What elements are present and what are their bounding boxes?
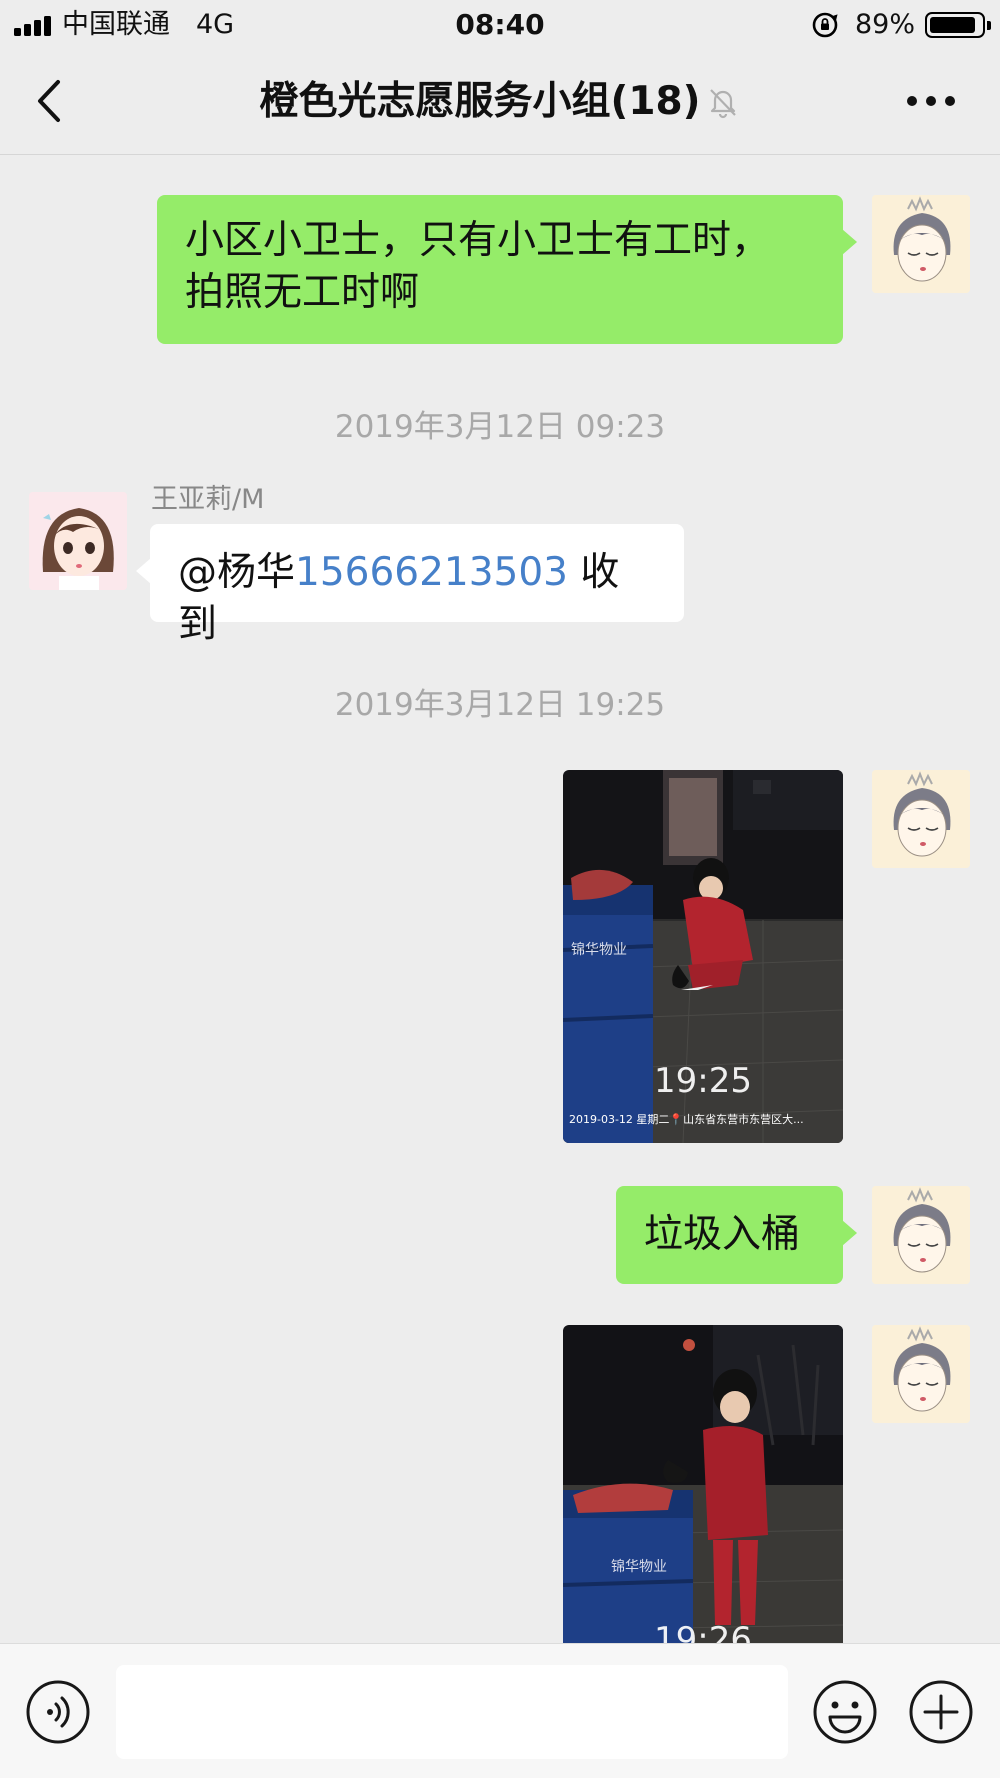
nav-bar: 橙色光志愿服务小组(18) bbox=[0, 50, 1000, 155]
avatar[interactable] bbox=[872, 770, 970, 868]
timestamp: 2019年3月12日 19:25 bbox=[334, 687, 666, 723]
ellipsis-icon[interactable] bbox=[905, 92, 957, 110]
avatar[interactable] bbox=[872, 1186, 970, 1284]
message-bubble-other[interactable]: @杨华15666213503 收到 bbox=[136, 524, 684, 647]
battery-icon bbox=[925, 12, 991, 38]
avatar[interactable] bbox=[29, 492, 127, 590]
message-text: 小区小卫士，只有小卫士有工时， 拍照无工时啊 bbox=[185, 218, 771, 315]
battery-percent: 89% bbox=[855, 9, 916, 40]
photo-watermark-caption: 2019-03-12 星期二📍山东省东营市东营区大... bbox=[569, 1113, 804, 1126]
sender-name: 王亚莉/M bbox=[151, 484, 265, 515]
timestamp: 2019年3月12日 09:23 bbox=[334, 409, 666, 445]
avatar-illustration bbox=[872, 1325, 970, 1423]
avatar[interactable] bbox=[872, 195, 970, 293]
svg-text:锦华物业: 锦华物业 bbox=[571, 941, 627, 958]
chat-title-bar: 橙色光志愿服务小组(18) bbox=[0, 77, 1000, 127]
plus-circle-icon[interactable] bbox=[908, 1679, 974, 1745]
avatar[interactable] bbox=[872, 1325, 970, 1423]
avatar-illustration bbox=[872, 770, 970, 868]
message-bubble-self[interactable]: 垃圾入桶 bbox=[616, 1186, 857, 1284]
rotation-lock-icon bbox=[812, 12, 838, 38]
svg-text:锦华物业: 锦华物业 bbox=[611, 1558, 667, 1575]
photo-watermark-time: 19:25 bbox=[654, 1061, 752, 1101]
status-bar: 中国联通 4G 08:40 89% bbox=[0, 0, 1000, 50]
bell-slash-icon bbox=[710, 89, 737, 119]
voice-icon[interactable] bbox=[25, 1679, 91, 1745]
phone-link[interactable]: 15666213503 bbox=[295, 550, 568, 595]
message-input[interactable] bbox=[116, 1665, 788, 1759]
avatar-illustration bbox=[872, 1186, 970, 1284]
night-photo: 锦华物业 bbox=[563, 1325, 843, 1643]
image-message[interactable]: 锦华物业 19:26 bbox=[563, 1325, 843, 1643]
photo-watermark-time: 19:26 bbox=[654, 1620, 752, 1643]
message-bubble-self[interactable]: 小区小卫士，只有小卫士有工时， 拍照无工时啊 bbox=[157, 195, 857, 344]
chat-title: 橙色光志愿服务小组(18) bbox=[259, 79, 701, 124]
avatar-illustration bbox=[872, 195, 970, 293]
message-text: 垃圾入桶 bbox=[644, 1212, 801, 1257]
status-clock: 08:40 bbox=[455, 8, 545, 41]
smiley-icon[interactable] bbox=[812, 1679, 878, 1745]
image-message[interactable]: 锦华物业 19:25 2019-03-12 星期二📍山东省东营市东营区大... bbox=[563, 770, 843, 1143]
mention-text: @杨华 bbox=[178, 550, 296, 595]
input-bar bbox=[0, 1643, 1000, 1778]
avatar-illustration bbox=[29, 492, 127, 590]
